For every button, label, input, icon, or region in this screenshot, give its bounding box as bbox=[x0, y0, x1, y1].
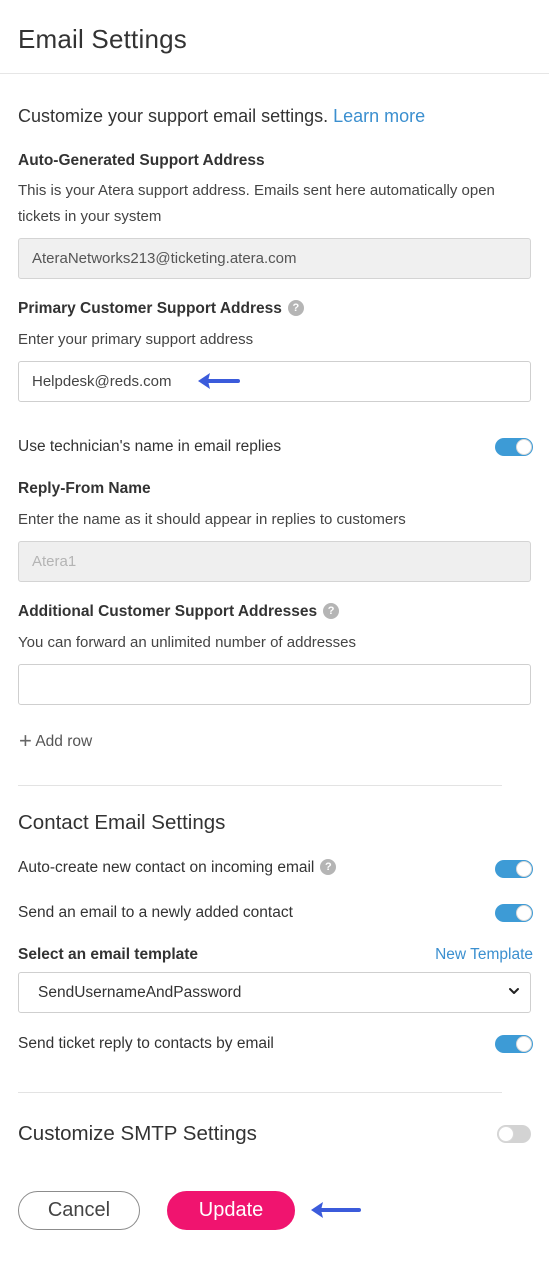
auto-generated-label: Auto-Generated Support Address bbox=[18, 152, 265, 169]
page-title: Email Settings bbox=[18, 24, 187, 54]
tech-name-toggle-label: Use technician's name in email replies bbox=[18, 438, 282, 455]
smtp-settings-title: Customize SMTP Settings bbox=[18, 1122, 257, 1145]
primary-support-label: Primary Customer Support Address? bbox=[18, 299, 304, 318]
additional-addresses-label-text: Additional Customer Support Addresses bbox=[18, 603, 318, 620]
section-divider bbox=[18, 1092, 502, 1093]
email-template-label: Select an email template bbox=[18, 946, 199, 963]
add-row-label: Add row bbox=[35, 733, 93, 750]
intro-description: Customize your support email settings. bbox=[18, 106, 334, 126]
toggle-knob bbox=[516, 1036, 532, 1052]
primary-support-label-text: Primary Customer Support Address bbox=[18, 300, 282, 317]
add-row-button[interactable]: + Add row bbox=[19, 726, 93, 753]
toggle-knob bbox=[516, 439, 532, 455]
chevron-down-icon bbox=[509, 988, 519, 994]
email-template-select[interactable]: SendUsernameAndPassword bbox=[18, 972, 531, 1013]
learn-more-link[interactable]: Learn more bbox=[333, 106, 425, 126]
send-email-new-contact-label: Send an email to a newly added contact bbox=[18, 904, 293, 921]
reply-from-label: Reply-From Name bbox=[18, 480, 151, 497]
page-header: Email Settings bbox=[0, 0, 549, 74]
new-template-link[interactable]: New Template bbox=[435, 946, 533, 964]
annotation-arrow-icon bbox=[198, 373, 240, 389]
auto-create-contact-toggle[interactable] bbox=[495, 860, 533, 878]
send-reply-toggle[interactable] bbox=[495, 1035, 533, 1053]
toggle-knob bbox=[516, 905, 532, 921]
section-divider bbox=[18, 785, 502, 786]
auto-generated-description: This is your Atera support address. Emai… bbox=[18, 182, 495, 225]
help-icon[interactable]: ? bbox=[323, 602, 340, 619]
plus-icon: + bbox=[19, 728, 32, 753]
toggle-knob bbox=[516, 861, 532, 877]
intro-text: Customize your support email settings. L… bbox=[18, 106, 425, 127]
reply-from-name-input: Atera1 bbox=[18, 541, 531, 582]
smtp-settings-toggle[interactable] bbox=[497, 1125, 531, 1143]
cancel-button[interactable]: Cancel bbox=[18, 1191, 140, 1230]
auto-create-contact-label: Auto-create new contact on incoming emai… bbox=[18, 859, 315, 876]
help-icon[interactable]: ? bbox=[287, 299, 304, 316]
primary-support-address-input[interactable]: Helpdesk@reds.com bbox=[18, 361, 531, 402]
auto-create-contact-row: Auto-create new contact on incoming emai… bbox=[18, 858, 337, 877]
send-email-new-contact-toggle[interactable] bbox=[495, 904, 533, 922]
contact-settings-title: Contact Email Settings bbox=[18, 811, 226, 834]
update-button[interactable]: Update bbox=[167, 1191, 295, 1230]
additional-address-input[interactable] bbox=[18, 664, 531, 705]
help-icon[interactable]: ? bbox=[320, 858, 337, 875]
email-template-selected: SendUsernameAndPassword bbox=[38, 984, 242, 1001]
toggle-knob bbox=[498, 1126, 514, 1142]
additional-addresses-description: You can forward an unlimited number of a… bbox=[18, 634, 356, 651]
additional-addresses-label: Additional Customer Support Addresses? bbox=[18, 602, 340, 621]
primary-support-description: Enter your primary support address bbox=[18, 331, 254, 348]
tech-name-toggle[interactable] bbox=[495, 438, 533, 456]
reply-from-description: Enter the name as it should appear in re… bbox=[18, 511, 406, 528]
send-reply-label: Send ticket reply to contacts by email bbox=[18, 1035, 274, 1052]
annotation-arrow-icon bbox=[311, 1202, 361, 1218]
auto-generated-address-field[interactable]: AteraNetworks213@ticketing.atera.com bbox=[18, 238, 531, 279]
